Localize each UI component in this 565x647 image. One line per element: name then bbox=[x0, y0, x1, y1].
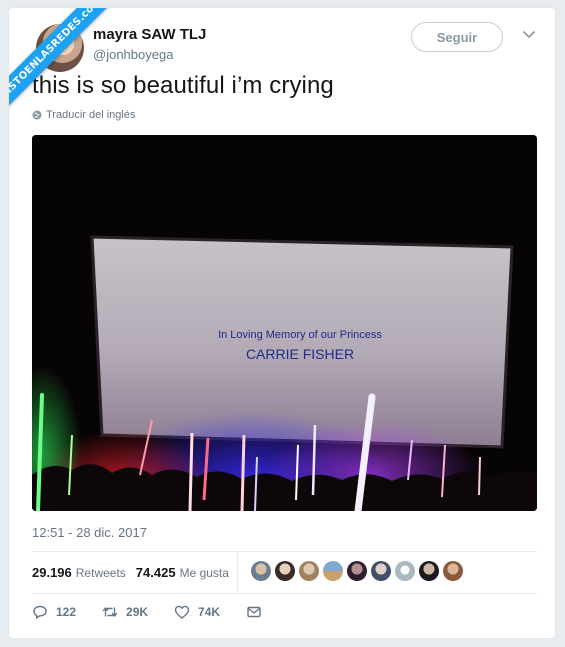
tweet-stats: 29.196 Retweets 74.425 Me gusta bbox=[32, 561, 239, 583]
divider-top bbox=[32, 551, 537, 552]
reply-button[interactable]: 122 bbox=[32, 604, 76, 620]
cinema-photo: In Loving Memory of our Princess CARRIE … bbox=[32, 135, 537, 511]
retweets-label: Retweets bbox=[75, 565, 126, 580]
retweet-button[interactable]: 29K bbox=[102, 604, 148, 620]
liker-avatars bbox=[251, 561, 463, 581]
retweet-icon bbox=[102, 607, 118, 617]
liker-avatar[interactable] bbox=[251, 561, 271, 581]
liker-avatar[interactable] bbox=[371, 561, 391, 581]
like-count: 74K bbox=[198, 605, 221, 619]
liker-avatar[interactable] bbox=[323, 561, 343, 581]
liker-avatar[interactable] bbox=[443, 561, 463, 581]
liker-avatar[interactable] bbox=[275, 561, 295, 581]
tweet-photo[interactable]: In Loving Memory of our Princess CARRIE … bbox=[32, 135, 537, 511]
message-button[interactable] bbox=[246, 604, 262, 620]
divider-bottom bbox=[32, 593, 537, 594]
liker-avatar[interactable] bbox=[347, 561, 367, 581]
tweet-text: this is so beautiful i’m crying bbox=[32, 72, 334, 99]
like-icon bbox=[174, 605, 190, 619]
tweet-timestamp[interactable]: 12:51 - 28 dic. 2017 bbox=[32, 525, 147, 540]
retweets-count: 29.196 bbox=[32, 564, 72, 580]
author-display-name[interactable]: mayra SAW TLJ bbox=[93, 26, 206, 43]
liker-avatar[interactable] bbox=[395, 561, 415, 581]
follow-button[interactable]: Seguir bbox=[411, 22, 503, 52]
avatar[interactable] bbox=[36, 24, 84, 72]
likes-stat[interactable]: 74.425 Me gusta bbox=[136, 565, 229, 580]
tweet-actions: 122 29K 74K bbox=[32, 604, 288, 620]
likes-label: Me gusta bbox=[179, 565, 229, 580]
retweets-stat[interactable]: 29.196 Retweets bbox=[32, 565, 126, 580]
globe-icon bbox=[32, 110, 42, 120]
stats-separator bbox=[237, 551, 238, 593]
message-icon bbox=[247, 606, 261, 618]
like-button[interactable]: 74K bbox=[174, 604, 220, 620]
likes-count: 74.425 bbox=[135, 564, 176, 580]
author-handle[interactable]: @jonhboyega bbox=[93, 47, 173, 62]
liker-avatar[interactable] bbox=[299, 561, 319, 581]
translate-label: Traducir del inglés bbox=[46, 109, 136, 121]
screen-text-line1: In Loving Memory of our Princess bbox=[218, 329, 382, 341]
tweet-card: VISTOENLASREDES.com mayra SAW TLJ @jonhb… bbox=[9, 8, 555, 638]
reply-icon bbox=[33, 605, 47, 619]
reply-count: 122 bbox=[56, 605, 77, 619]
translate-link[interactable]: Traducir del inglés bbox=[32, 109, 135, 121]
screen-text-line2: CARRIE FISHER bbox=[246, 346, 354, 362]
chevron-down-icon[interactable] bbox=[521, 26, 537, 42]
liker-avatar[interactable] bbox=[419, 561, 439, 581]
retweet-count: 29K bbox=[126, 605, 149, 619]
